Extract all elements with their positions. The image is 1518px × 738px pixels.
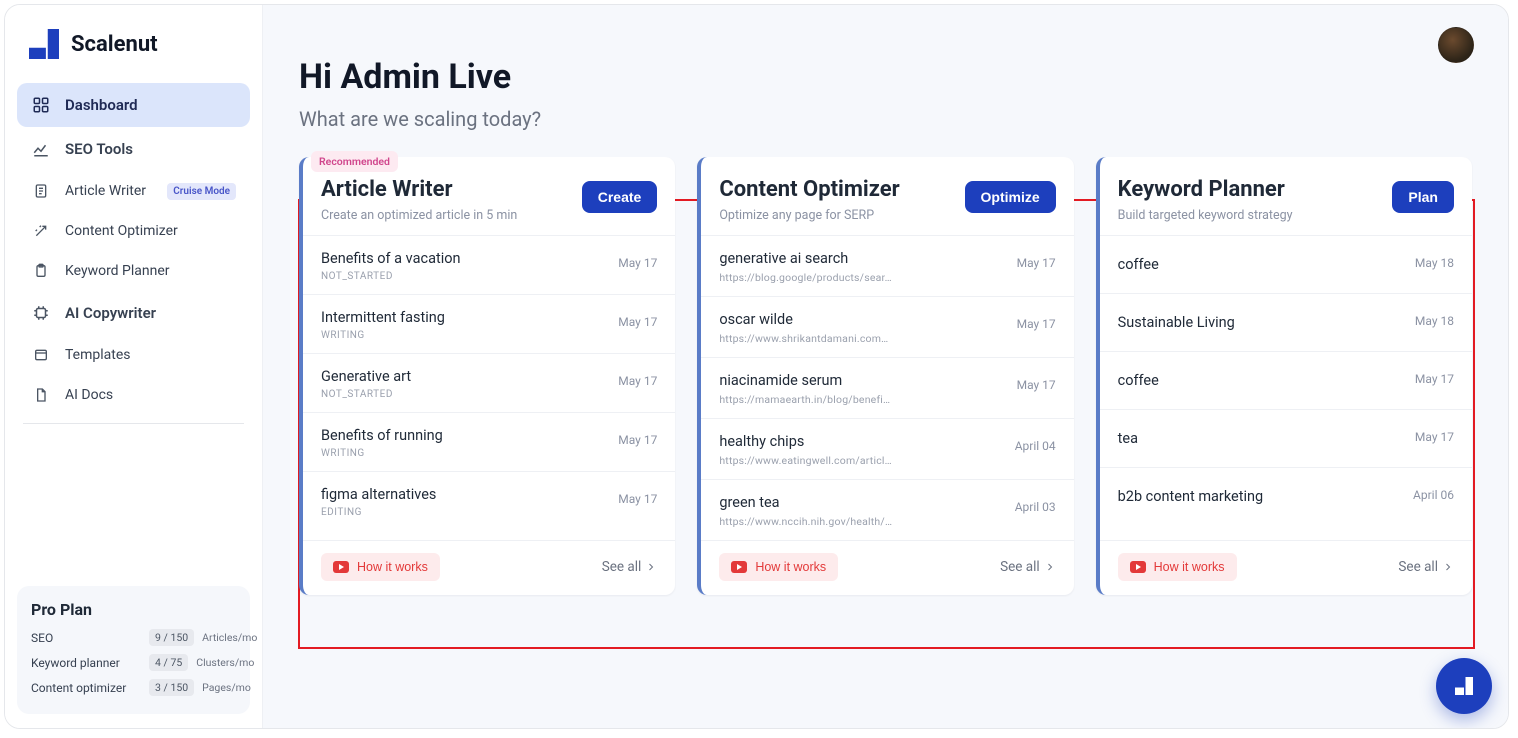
list-item[interactable]: healthy chipshttps://www.eatingwell.com/… — [701, 418, 1073, 479]
sidebar-item-ai-copywriter[interactable]: AI Copywriter — [17, 291, 250, 335]
chart-icon — [31, 139, 51, 159]
create-button[interactable]: Create — [582, 181, 658, 213]
card-article-writer: Recommended Article Writer Create an opt… — [299, 157, 675, 595]
dashboard-icon — [31, 95, 51, 115]
list-item[interactable]: Intermittent fastingWRITING May 17 — [303, 294, 675, 353]
plan-button[interactable]: Plan — [1392, 181, 1454, 213]
chevron-right-icon — [645, 561, 657, 573]
recommended-badge: Recommended — [311, 151, 398, 172]
see-all-link[interactable]: See all — [1000, 559, 1056, 575]
list-item[interactable]: green teahttps://www.nccih.nih.gov/healt… — [701, 479, 1073, 540]
sidebar-item-keyword-planner[interactable]: Keyword Planner — [17, 251, 250, 291]
nav-divider — [23, 423, 244, 424]
docs-icon — [31, 385, 51, 405]
list-item[interactable]: b2b content marketing April 06 — [1100, 467, 1472, 525]
sidebar-item-dashboard[interactable]: Dashboard — [17, 83, 250, 127]
magic-icon — [31, 221, 51, 241]
avatar[interactable] — [1438, 27, 1474, 63]
list-item[interactable]: Benefits of runningWRITING May 17 — [303, 412, 675, 471]
templates-icon — [31, 345, 51, 365]
sidebar-item-label: SEO Tools — [65, 140, 133, 158]
see-all-link[interactable]: See all — [1398, 559, 1454, 575]
card-list: generative ai searchhttps://blog.google/… — [701, 235, 1073, 540]
sidebar-item-label: Article Writer — [65, 183, 146, 199]
plan-row-content: Content optimizer 3 / 150 Pages/mo — [31, 679, 236, 696]
card-title: Keyword Planner — [1118, 177, 1293, 202]
sidebar-item-templates[interactable]: Templates — [17, 335, 250, 375]
how-it-works-button[interactable]: How it works — [1118, 553, 1237, 581]
brand-name: Scalenut — [71, 32, 158, 57]
chip-icon — [31, 303, 51, 323]
cruise-mode-badge: Cruise Mode — [167, 183, 236, 200]
sidebar-item-label: Content Optimizer — [65, 223, 178, 239]
card-content-optimizer: Content Optimizer Optimize any page for … — [697, 157, 1073, 595]
sidebar: Scalenut Dashboard SEO Tools Article Wri… — [5, 5, 263, 728]
sidebar-item-label: Keyword Planner — [65, 263, 170, 279]
card-list: Benefits of a vacationNOT_STARTED May 17… — [303, 235, 675, 530]
how-it-works-button[interactable]: How it works — [719, 553, 838, 581]
plan-card: Pro Plan SEO 9 / 150 Articles/mo Keyword… — [17, 586, 250, 714]
card-desc: Optimize any page for SERP — [719, 208, 899, 223]
card-keyword-planner: Keyword Planner Build targeted keyword s… — [1096, 157, 1472, 595]
sidebar-item-label: Dashboard — [65, 96, 138, 114]
sidebar-item-label: AI Copywriter — [65, 304, 156, 322]
card-list: coffee May 18 Sustainable Living May 18 … — [1100, 235, 1472, 525]
sidebar-item-ai-docs[interactable]: AI Docs — [17, 375, 250, 415]
list-item[interactable]: oscar wildehttps://www.shrikantdamani.co… — [701, 296, 1073, 357]
how-it-works-button[interactable]: How it works — [321, 553, 440, 581]
youtube-icon — [333, 561, 349, 573]
sidebar-item-label: AI Docs — [65, 387, 113, 403]
list-item[interactable]: figma alternativesEDITING May 17 — [303, 471, 675, 530]
sidebar-item-label: Templates — [65, 347, 131, 363]
optimize-button[interactable]: Optimize — [965, 181, 1056, 213]
list-item[interactable]: coffee May 18 — [1100, 235, 1472, 293]
plan-row-keyword: Keyword planner 4 / 75 Clusters/mo — [31, 654, 236, 671]
list-item[interactable]: coffee May 17 — [1100, 351, 1472, 409]
list-item[interactable]: niacinamide serumhttps://mamaearth.in/bl… — [701, 357, 1073, 418]
card-title: Content Optimizer — [719, 177, 899, 202]
nav: Dashboard SEO Tools Article Writer Cruis… — [17, 83, 250, 434]
list-item[interactable]: Benefits of a vacationNOT_STARTED May 17 — [303, 235, 675, 294]
card-desc: Build targeted keyword strategy — [1118, 208, 1293, 223]
logo-icon — [29, 29, 59, 59]
page-subtitle: What are we scaling today? — [299, 107, 1472, 131]
sidebar-item-article-writer[interactable]: Article Writer Cruise Mode — [17, 171, 250, 211]
list-item[interactable]: tea May 17 — [1100, 409, 1472, 467]
logo-icon — [1452, 674, 1476, 698]
sidebar-item-seo-tools[interactable]: SEO Tools — [17, 127, 250, 171]
sidebar-item-content-optimizer[interactable]: Content Optimizer — [17, 211, 250, 251]
brand[interactable]: Scalenut — [17, 23, 250, 83]
main-content: Hi Admin Live What are we scaling today?… — [263, 5, 1508, 728]
card-desc: Create an optimized article in 5 min — [321, 208, 517, 223]
youtube-icon — [731, 561, 747, 573]
chat-fab[interactable] — [1436, 658, 1492, 714]
chevron-right-icon — [1442, 561, 1454, 573]
see-all-link[interactable]: See all — [602, 559, 658, 575]
list-item[interactable]: Sustainable Living May 18 — [1100, 293, 1472, 351]
cards-row: Recommended Article Writer Create an opt… — [299, 157, 1472, 595]
page-title: Hi Admin Live — [299, 57, 1472, 97]
list-item[interactable]: Generative artNOT_STARTED May 17 — [303, 353, 675, 412]
plan-row-seo: SEO 9 / 150 Articles/mo — [31, 629, 236, 646]
document-icon — [31, 181, 51, 201]
list-item[interactable]: generative ai searchhttps://blog.google/… — [701, 235, 1073, 296]
plan-title: Pro Plan — [31, 600, 236, 619]
youtube-icon — [1130, 561, 1146, 573]
chevron-right-icon — [1044, 561, 1056, 573]
clipboard-icon — [31, 261, 51, 281]
card-title: Article Writer — [321, 177, 517, 202]
